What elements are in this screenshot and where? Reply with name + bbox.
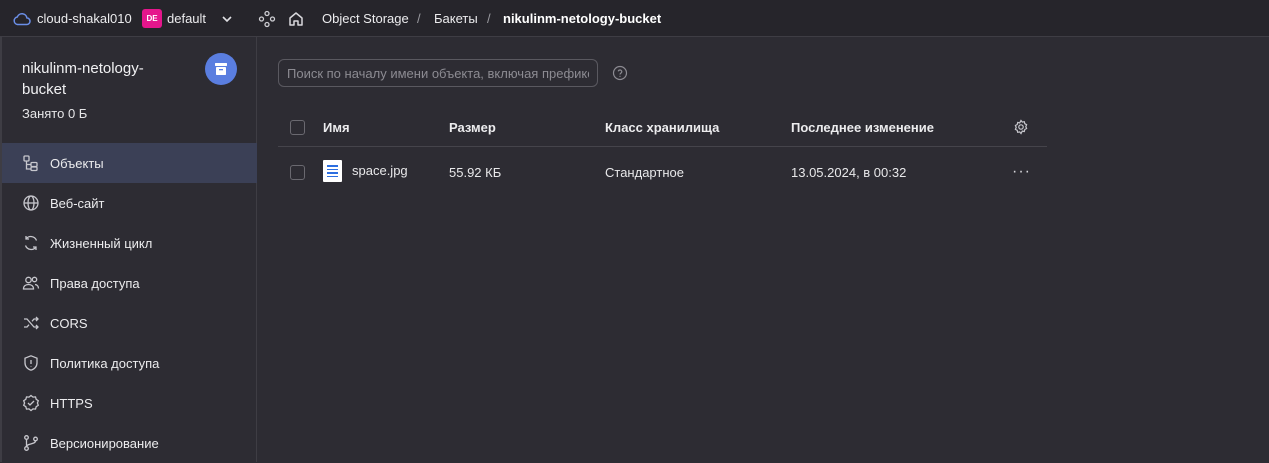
row-checkbox[interactable] (290, 147, 305, 197)
row-actions-more-icon[interactable]: ··· (1012, 147, 1031, 197)
breadcrumb-separator: / (487, 11, 491, 26)
column-header-name[interactable]: Имя (323, 108, 350, 146)
sidebar-item-label: HTTPS (50, 395, 93, 411)
file-name[interactable]: space.jpg (352, 163, 408, 178)
sidebar-item-label: Права доступа (50, 275, 140, 291)
table-header: Имя Размер Класс хранилища Последнее изм… (278, 108, 1047, 147)
bucket-usage: Занято 0 Б (22, 106, 88, 121)
objects-icon (22, 154, 40, 172)
lifecycle-icon (22, 234, 40, 252)
sidebar-item-https[interactable]: HTTPS (2, 383, 257, 423)
shuffle-icon (22, 314, 40, 332)
sidebar-item-label: Объекты (50, 155, 104, 171)
sidebar: nikulinm-netology-bucket Занято 0 Б Объе… (0, 37, 257, 462)
sidebar-item-label: Жизненный цикл (50, 235, 153, 251)
breadcrumb-buckets[interactable]: Бакеты (434, 0, 478, 37)
select-all-checkbox[interactable] (290, 108, 305, 146)
sidebar-item-label: CORS (50, 315, 88, 331)
file-size: 55.92 КБ (449, 164, 502, 180)
folder-badge[interactable]: DE (142, 9, 162, 28)
file-name-cell[interactable]: space.jpg (323, 147, 408, 197)
sidebar-item-label: Политика доступа (50, 355, 160, 371)
sidebar-item-cors[interactable]: CORS (2, 303, 257, 343)
table-row[interactable]: space.jpg 55.92 КБ Стандартное 13.05.202… (278, 147, 1047, 197)
breadcrumb-object-storage[interactable]: Object Storage (322, 0, 409, 37)
file-icon (323, 160, 342, 182)
file-storage-class: Стандартное (605, 164, 684, 180)
globe-icon (22, 194, 40, 212)
cloud-icon[interactable] (13, 0, 31, 37)
table-settings-gear-icon[interactable] (1013, 108, 1029, 146)
search-input[interactable] (278, 59, 598, 87)
services-icon[interactable] (258, 0, 276, 37)
sidebar-item-access-policy[interactable]: Политика доступа (2, 343, 257, 383)
sidebar-item-lifecycle[interactable]: Жизненный цикл (2, 223, 257, 263)
breadcrumb-current-bucket: nikulinm-netology-bucket (503, 11, 662, 26)
sidebar-item-objects[interactable]: Объекты (2, 143, 257, 183)
column-header-modified[interactable]: Последнее изменение (791, 108, 934, 146)
shield-icon (22, 354, 40, 372)
sidebar-item-label: Веб-сайт (50, 195, 105, 211)
file-modified: 13.05.2024, в 00:32 (791, 164, 907, 180)
home-icon[interactable] (287, 0, 305, 37)
breadcrumb-separator: / (417, 11, 421, 26)
users-icon (22, 274, 40, 292)
sidebar-item-access-rights[interactable]: Права доступа (2, 263, 257, 303)
cloud-name[interactable]: cloud-shakal010 (37, 0, 132, 37)
bucket-icon (205, 53, 237, 85)
top-bar: cloud-shakal010 DE default Object Storag… (0, 0, 1269, 37)
check-badge-icon (22, 394, 40, 412)
chevron-down-icon[interactable] (220, 0, 234, 37)
column-header-storage-class[interactable]: Класс хранилища (605, 108, 719, 146)
sidebar-item-website[interactable]: Веб-сайт (2, 183, 257, 223)
column-header-size[interactable]: Размер (449, 108, 496, 146)
sidebar-item-versioning[interactable]: Версионирование (2, 423, 257, 463)
folder-name[interactable]: default (167, 0, 206, 37)
bucket-title: nikulinm-netology-bucket (22, 60, 144, 98)
help-icon[interactable] (612, 65, 628, 84)
branch-icon (22, 434, 40, 452)
sidebar-item-label: Версионирование (50, 435, 159, 451)
